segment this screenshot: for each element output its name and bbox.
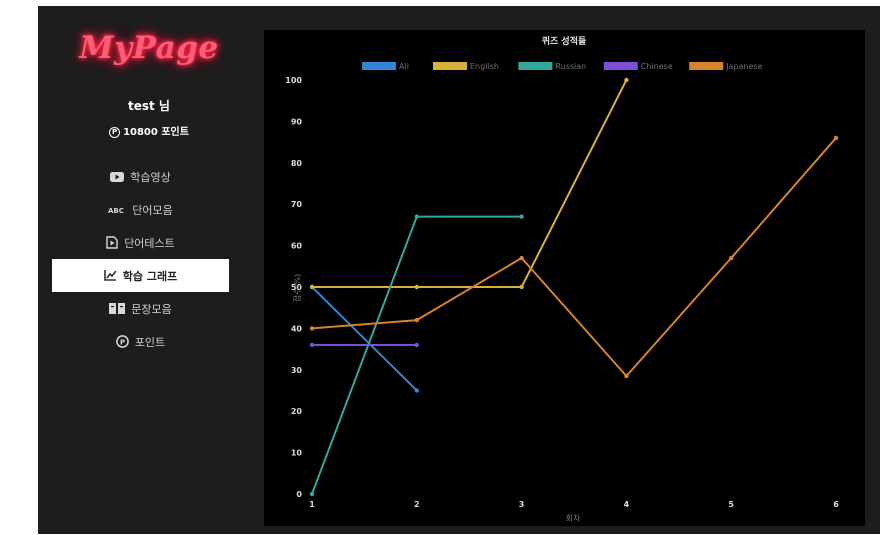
x-tick-label: 1 — [309, 500, 315, 509]
point-coin-icon: P — [109, 126, 121, 138]
data-point[interactable] — [414, 284, 419, 290]
sidebar-item-label: 학습영상 — [130, 170, 171, 184]
y-tick-label: 80 — [291, 159, 303, 168]
data-point[interactable] — [309, 342, 315, 348]
logo: MyPage — [79, 30, 219, 66]
sidebar-item-label: 포인트 — [134, 335, 166, 349]
sidebar-menu: 학습영상 ABC 단어모음 단어테스트 학습 그래프 문장모음 P 포인트 — [52, 160, 229, 358]
sidebar-item-label: 학습 그래프 — [122, 269, 178, 283]
y-axis-title: 점수(%) — [292, 274, 302, 303]
chart-title: 퀴즈 성적들 — [542, 35, 587, 47]
legend-swatch[interactable] — [603, 62, 638, 70]
points-value: 10800 포인트 — [123, 127, 189, 138]
y-tick-label: 20 — [291, 407, 303, 416]
data-point[interactable] — [729, 255, 734, 261]
series-line-japanese — [311, 137, 837, 378]
x-tick-label: 3 — [519, 500, 525, 509]
chart-legend: All English Russian Chinese Japanese — [362, 62, 763, 71]
sidebar-item-word-test[interactable]: 단어테스트 — [52, 226, 229, 259]
x-axis-title: 회차 — [566, 514, 581, 523]
user-name: test 님 — [128, 99, 170, 113]
data-point[interactable] — [624, 373, 629, 379]
data-point[interactable] — [519, 255, 524, 261]
abc-icon: ABC — [108, 206, 126, 214]
x-axis: 1 2 3 4 5 6 — [309, 500, 839, 509]
points-display: P 10800 포인트 — [38, 123, 260, 138]
point-icon: P — [115, 335, 129, 348]
book-icon — [109, 303, 126, 314]
y-tick-label: 90 — [291, 117, 303, 126]
test-icon — [106, 236, 118, 249]
y-tick-label: 60 — [291, 242, 303, 251]
y-tick-label: 0 — [296, 490, 302, 499]
x-tick-label: 5 — [728, 500, 734, 509]
quiz-score-chart: 퀴즈 성적들 All English Russian Chinese Japanese … — [264, 30, 865, 526]
mypage-app: MyPage test 님 P10800 포인트 학습영상 ABC 단어모음 — [38, 6, 880, 534]
x-tick-label: 2 — [414, 500, 420, 509]
data-point[interactable] — [414, 214, 419, 219]
legend-label[interactable]: Japanese — [725, 62, 762, 71]
data-point[interactable] — [309, 284, 315, 290]
series-line-english — [312, 79, 628, 288]
x-tick-label: 6 — [833, 500, 839, 509]
data-point[interactable] — [309, 326, 315, 331]
data-point[interactable] — [519, 284, 524, 290]
legend-swatch[interactable] — [433, 62, 467, 70]
x-tick-label: 4 — [624, 500, 630, 509]
series-line-all — [311, 286, 418, 392]
sidebar: MyPage test 님 P10800 포인트 학습영상 ABC 단어모음 — [38, 6, 260, 534]
chart-icon — [103, 270, 117, 281]
legend-label[interactable]: Chinese — [641, 62, 673, 71]
legend-swatch[interactable] — [518, 62, 553, 70]
legend-swatch[interactable] — [689, 62, 724, 70]
legend-label[interactable]: English — [470, 62, 499, 71]
sidebar-item-words[interactable]: ABC 단어모음 — [52, 193, 229, 226]
data-point[interactable] — [414, 342, 419, 348]
chart-canvas: 퀴즈 성적들 All English Russian Chinese Japanese … — [285, 35, 839, 523]
legend-label[interactable]: All — [399, 62, 409, 71]
series-line-russian — [311, 215, 522, 495]
y-tick-label: 10 — [291, 449, 303, 458]
y-tick-label: 40 — [291, 324, 303, 333]
legend-label[interactable]: Russian — [555, 62, 586, 71]
sidebar-item-points[interactable]: P 포인트 — [52, 325, 229, 358]
sidebar-item-learning-graph[interactable]: 학습 그래프 — [52, 259, 229, 292]
sidebar-item-label: 단어테스트 — [124, 236, 175, 250]
sidebar-item-label: 문장모음 — [131, 302, 172, 316]
data-point[interactable] — [309, 491, 315, 497]
chart-series — [309, 77, 839, 497]
y-tick-label: 30 — [291, 366, 303, 375]
youtube-icon — [110, 171, 125, 182]
svg-text:P: P — [120, 338, 125, 346]
y-tick-label: 70 — [291, 200, 303, 209]
sidebar-item-videos[interactable]: 학습영상 — [52, 160, 229, 193]
sidebar-item-label: 단어모음 — [132, 203, 173, 217]
data-point[interactable] — [519, 214, 524, 219]
sidebar-item-sentences[interactable]: 문장모음 — [52, 292, 229, 325]
data-point[interactable] — [624, 77, 629, 83]
y-tick-label: 100 — [285, 76, 302, 85]
legend-swatch[interactable] — [362, 62, 396, 70]
data-point[interactable] — [414, 388, 419, 393]
svg-text:ABC: ABC — [108, 207, 124, 214]
data-point[interactable] — [414, 317, 419, 323]
data-point[interactable] — [833, 135, 839, 141]
